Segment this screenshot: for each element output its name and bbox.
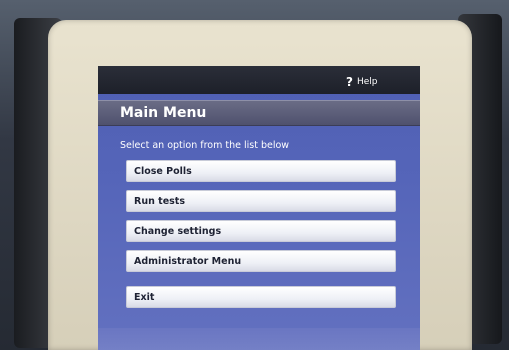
help-label: Help: [356, 77, 378, 87]
help-button[interactable]: ? Help: [346, 74, 378, 90]
administrator-menu-button[interactable]: Administrator Menu: [126, 250, 396, 272]
question-mark-icon: ?: [346, 75, 353, 89]
change-settings-button[interactable]: Change settings: [126, 220, 396, 242]
instruction-text: Select an option from the list below: [120, 140, 290, 151]
close-polls-button[interactable]: Close Polls: [126, 160, 396, 182]
kiosk-screen: ? Help Main Menu Select an option from t…: [98, 66, 420, 350]
screen-bottom-area: [98, 328, 420, 350]
run-tests-button[interactable]: Run tests: [126, 190, 396, 212]
exit-button[interactable]: Exit: [126, 286, 396, 308]
top-bar: ? Help: [98, 66, 420, 94]
page-title: Main Menu: [98, 100, 420, 126]
